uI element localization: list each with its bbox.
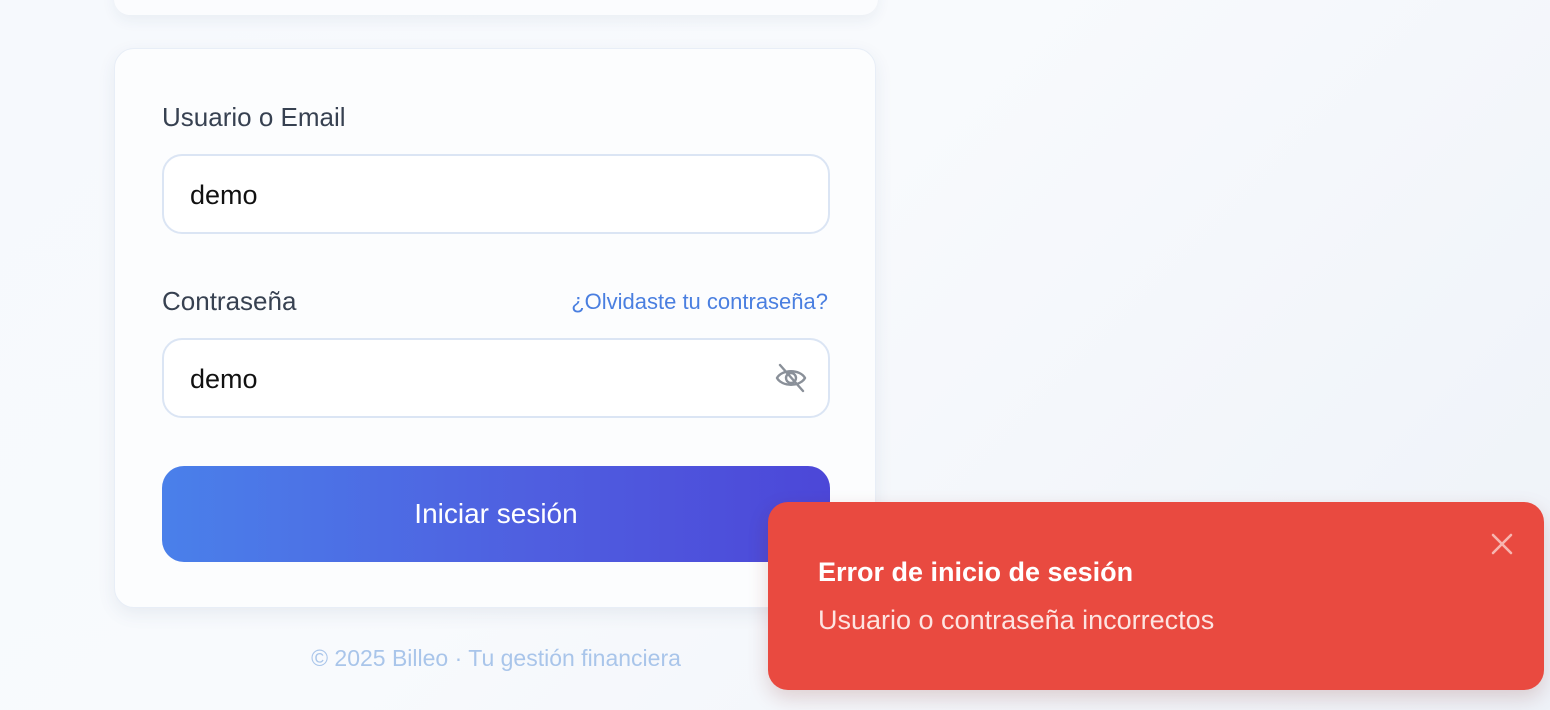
username-input[interactable]	[188, 156, 752, 234]
username-label: Usuario o Email	[162, 102, 346, 132]
footer-copyright: © 2025 Billeo · Tu gestión financiera	[311, 645, 681, 671]
password-input[interactable]	[188, 340, 752, 418]
username-field[interactable]	[162, 154, 830, 234]
error-toast: Error de inicio de sesión Usuario o cont…	[768, 502, 1544, 690]
toast-message: Usuario o contraseña incorrectos	[818, 605, 1215, 635]
eye-off-icon[interactable]	[774, 361, 808, 395]
close-icon[interactable]	[1490, 532, 1514, 556]
password-label: Contraseña	[162, 286, 297, 316]
toast-title: Error de inicio de sesión	[818, 557, 1134, 587]
login-card: Usuario o Email Contraseña ¿Olvidaste tu…	[114, 48, 876, 608]
login-submit-button[interactable]: Iniciar sesión	[162, 466, 830, 562]
forgot-password-link[interactable]: ¿Olvidaste tu contraseña?	[571, 289, 828, 315]
previous-card-edge	[114, 0, 878, 15]
password-field[interactable]	[162, 338, 830, 418]
